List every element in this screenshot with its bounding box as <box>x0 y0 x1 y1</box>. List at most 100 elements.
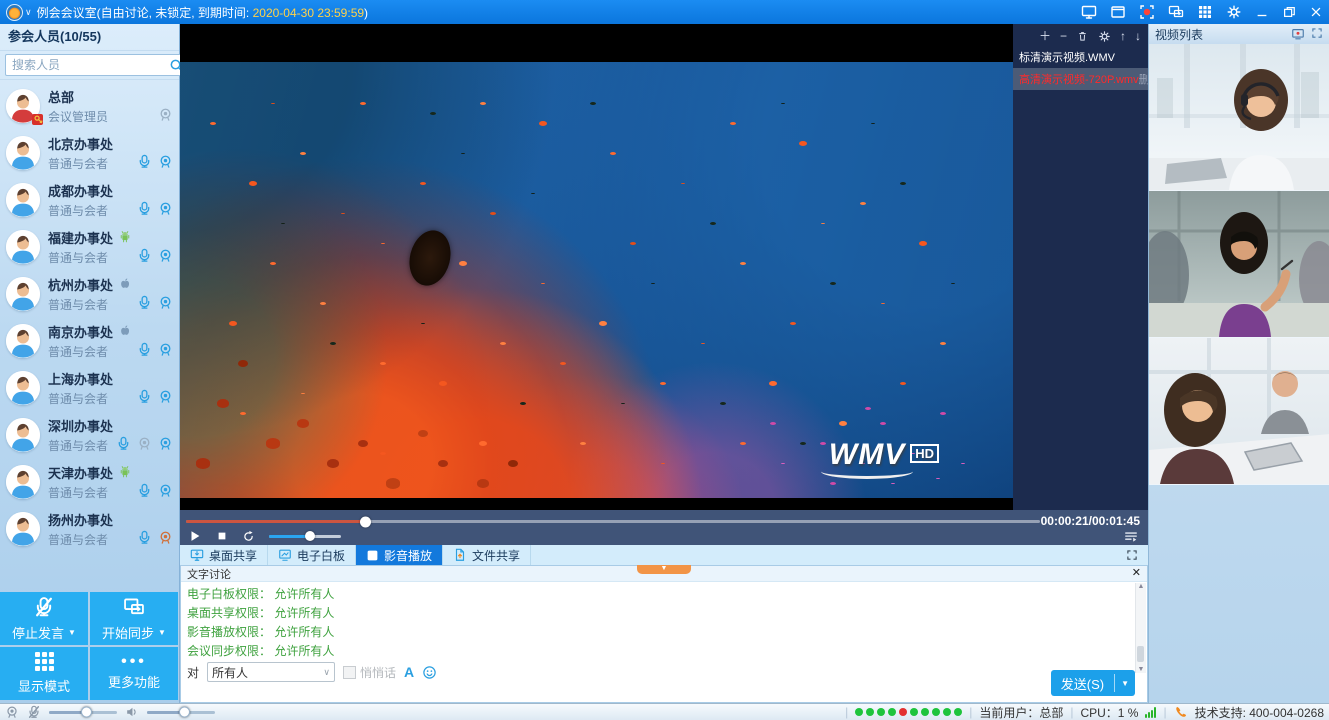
chevron-down-icon[interactable]: ∨ <box>25 7 32 18</box>
fullscreen-icon[interactable] <box>1116 545 1148 565</box>
send-button[interactable]: 发送(S) ▼ <box>1051 670 1135 696</box>
video-feed-3[interactable] <box>1149 338 1329 485</box>
lionfish <box>404 226 456 290</box>
webcam-icon[interactable] <box>158 483 173 498</box>
mic-volume-slider[interactable] <box>49 711 117 714</box>
settings-icon[interactable] <box>1098 30 1111 43</box>
video-feed-2[interactable] <box>1149 191 1329 338</box>
chevron-down-icon[interactable]: ▼ <box>1115 679 1135 688</box>
delete-icon[interactable] <box>1076 30 1089 43</box>
chat-message: 桌面共享权限： 允许所有人 <box>187 604 1129 623</box>
display-mode-button[interactable]: 显示模式 <box>0 647 88 700</box>
participant-row[interactable]: 杭州办事处普通与会者 <box>0 270 180 317</box>
status-dot <box>866 708 874 716</box>
participant-row[interactable]: 扬州办事处普通与会者 <box>0 505 180 552</box>
participant-row[interactable]: 福建办事处普通与会者 <box>0 223 180 270</box>
minimize-icon[interactable] <box>1255 5 1269 19</box>
add-icon[interactable]: ＋ <box>1039 30 1051 42</box>
video-feed-1[interactable] <box>1149 44 1329 191</box>
stop-button[interactable] <box>216 530 228 542</box>
phone-icon <box>1174 705 1188 719</box>
window-mode-icon[interactable] <box>1110 4 1126 20</box>
chat-collapse-handle[interactable]: ▼ <box>637 565 691 574</box>
scrollbar-thumb[interactable] <box>1137 646 1144 662</box>
playlist-item[interactable]: 标清演示视频.WMV <box>1013 46 1148 68</box>
mic-icon[interactable] <box>137 248 152 263</box>
participant-row[interactable]: 天津办事处普通与会者 <box>0 458 180 505</box>
webcam-active-icon[interactable] <box>158 530 173 545</box>
speaker-volume-slider[interactable] <box>147 711 215 714</box>
participant-row[interactable]: 北京办事处普通与会者 <box>0 129 180 176</box>
participant-search[interactable] <box>5 54 189 76</box>
record-icon[interactable] <box>1139 4 1155 20</box>
whisper-checkbox[interactable]: 悄悄话 <box>343 664 396 681</box>
webcam-icon[interactable] <box>158 248 173 263</box>
recipient-select[interactable]: 所有人∨ <box>207 662 335 682</box>
webcam-icon[interactable] <box>158 154 173 169</box>
slider-thumb[interactable] <box>81 707 92 718</box>
participant-row[interactable]: 上海办事处普通与会者 <box>0 364 180 411</box>
mic-icon[interactable] <box>137 389 152 404</box>
delete-item-button[interactable]: 删除 <box>1139 71 1148 87</box>
play-button[interactable] <box>188 529 202 543</box>
loop-button[interactable] <box>242 530 255 543</box>
participant-row[interactable]: 南京办事处普通与会者 <box>0 317 180 364</box>
mic-icon[interactable] <box>137 154 152 169</box>
checkbox-icon[interactable] <box>343 666 356 679</box>
search-input[interactable] <box>10 57 169 73</box>
slider-thumb[interactable] <box>179 707 190 718</box>
seek-thumb[interactable] <box>360 516 371 527</box>
webcam-icon[interactable] <box>158 295 173 310</box>
playlist-toggle-icon[interactable] <box>1124 530 1138 544</box>
mic-icon[interactable] <box>137 295 152 310</box>
mic-muted-icon[interactable] <box>27 705 41 719</box>
volume-slider[interactable] <box>269 535 341 538</box>
playlist-item-selected[interactable]: 高清演示视频-720P.wmv删除 <box>1013 68 1148 90</box>
webcam-icon[interactable] <box>5 705 19 719</box>
tab-desktop-share[interactable]: 桌面共享 <box>180 545 268 565</box>
move-down-icon[interactable]: ↓ <box>1135 30 1141 42</box>
stop-speaking-button[interactable]: 停止发言▼ <box>0 592 88 645</box>
webcam-icon[interactable] <box>158 389 173 404</box>
webcam-icon[interactable] <box>158 436 173 451</box>
webcam-icon[interactable] <box>158 342 173 357</box>
participant-row[interactable]: 深圳办事处普通与会者 <box>0 411 180 458</box>
chat-input-area[interactable]: 发送(S) ▼ <box>181 683 1147 702</box>
emoji-icon[interactable] <box>422 665 437 680</box>
mic-icon[interactable] <box>137 483 152 498</box>
title-bar: ∨ 例会会议室(自由讨论, 未锁定, 到期时间: 2020-04-30 23:5… <box>0 0 1329 24</box>
font-style-button[interactable]: A <box>404 664 414 680</box>
participant-row[interactable]: 总部会议管理员 <box>0 82 180 129</box>
video-monitor-icon[interactable] <box>1291 27 1305 41</box>
mic-icon[interactable] <box>116 436 131 451</box>
seek-bar[interactable] <box>186 520 1040 523</box>
expand-icon[interactable] <box>1311 27 1323 41</box>
tab-whiteboard[interactable]: 电子白板 <box>268 545 356 565</box>
start-sync-button[interactable]: 开始同步▼ <box>90 592 178 645</box>
chat-scrollbar[interactable]: ▲ ▼ <box>1135 583 1146 673</box>
maximize-icon[interactable] <box>1282 5 1296 19</box>
close-icon[interactable]: ✕ <box>1132 568 1141 579</box>
participant-row[interactable]: 成都办事处普通与会者 <box>0 176 180 223</box>
avatar <box>6 136 40 170</box>
tab-media-play[interactable]: 影音播放 <box>356 545 443 565</box>
layout-grid-icon[interactable] <box>1197 4 1213 20</box>
close-icon[interactable] <box>1309 5 1323 19</box>
webcam-icon[interactable] <box>158 201 173 216</box>
mic-icon[interactable] <box>137 342 152 357</box>
mic-icon[interactable] <box>137 201 152 216</box>
more-functions-button[interactable]: ••• 更多功能 <box>90 647 178 700</box>
move-up-icon[interactable]: ↑ <box>1120 30 1126 42</box>
sync-icon[interactable] <box>1168 4 1184 20</box>
speaker-icon[interactable] <box>125 705 139 719</box>
settings-icon[interactable] <box>1226 4 1242 20</box>
scroll-up-icon[interactable]: ▲ <box>1136 583 1146 590</box>
volume-thumb[interactable] <box>305 531 315 541</box>
video-list-panel: 视频列表 <box>1148 24 1329 703</box>
screen-share-icon[interactable] <box>1081 4 1097 20</box>
remove-icon[interactable]: − <box>1060 30 1067 42</box>
webcam-icon[interactable] <box>158 107 173 122</box>
mic-icon[interactable] <box>137 530 152 545</box>
webcam-off-icon[interactable] <box>137 436 152 451</box>
tab-file-share[interactable]: 文件共享 <box>443 545 531 565</box>
